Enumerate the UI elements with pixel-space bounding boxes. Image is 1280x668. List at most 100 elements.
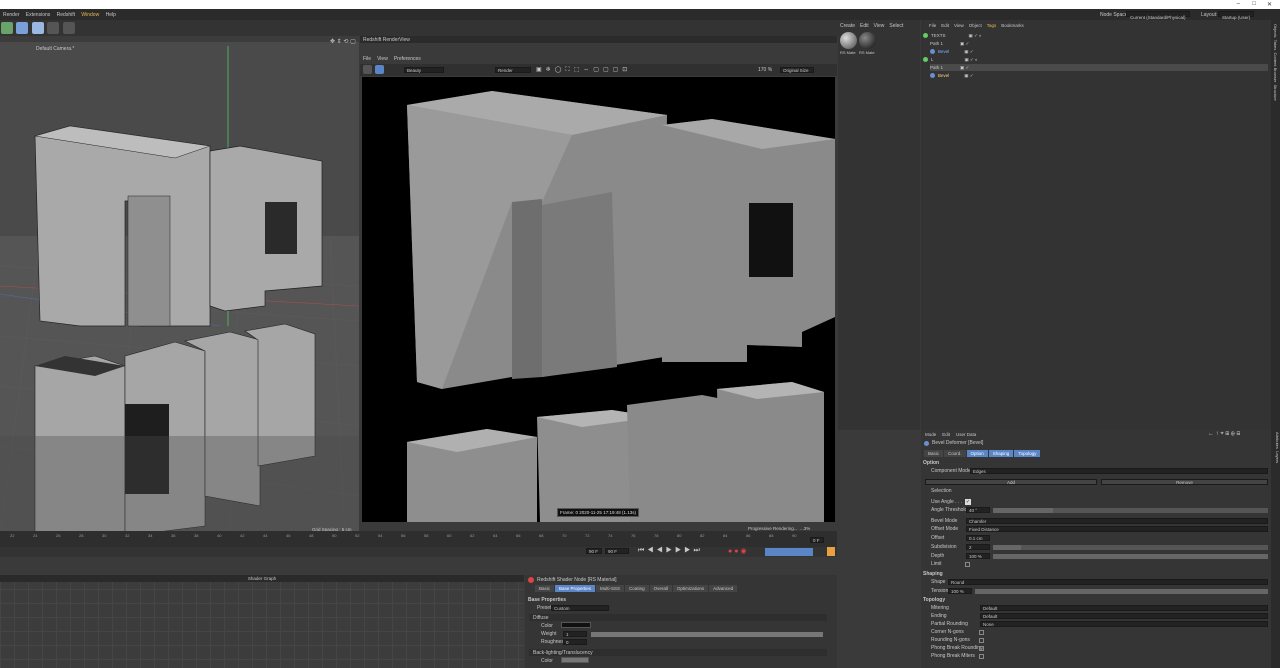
timeline[interactable]: 22 24 26 28 30 32 34 36 38 40 42 44 46 48 50 52 54 56 58 60… bbox=[0, 531, 837, 547]
attr-tab-shaping[interactable]: Shaping bbox=[988, 450, 1014, 457]
om-menu-object[interactable]: Object bbox=[969, 23, 982, 28]
frame-end-field[interactable]: 90 F bbox=[605, 548, 629, 554]
om-row[interactable]: Path 1 ▣ ✓ bbox=[930, 40, 969, 47]
side-tab-takes[interactable]: Takes bbox=[1273, 40, 1278, 50]
attr-bevel-mode-select[interactable]: Chamfer bbox=[966, 518, 1268, 524]
attr-menu-mode[interactable]: Mode bbox=[925, 432, 936, 437]
rv-tool-icons[interactable]: ▣❄◯⛶⬚⇔▢▢▢⊡ bbox=[536, 66, 631, 74]
attr-tab-topology[interactable]: Topology bbox=[1014, 450, 1041, 457]
menu-extensions[interactable]: Extensions bbox=[23, 9, 52, 18]
sn-color-swatch[interactable] bbox=[561, 622, 591, 628]
attr-shape-select[interactable]: Round bbox=[948, 579, 1268, 585]
rv-menu-view[interactable]: View bbox=[377, 56, 388, 62]
side-tab-content[interactable]: Content Browser bbox=[1273, 52, 1278, 82]
attr-tension-slider[interactable] bbox=[975, 589, 1268, 594]
attr-ending-select[interactable]: Default bbox=[980, 613, 1268, 619]
sn-tab-basic[interactable]: Basic bbox=[535, 585, 555, 592]
material-swatch-2[interactable] bbox=[859, 32, 876, 49]
side-tab-attributes[interactable]: Attributes bbox=[1275, 432, 1280, 449]
camera-tool-icon[interactable] bbox=[47, 22, 60, 34]
attr-rounding-ngons-checkbox[interactable] bbox=[979, 638, 984, 643]
rv-render-select[interactable]: Render bbox=[495, 67, 531, 73]
timeline-menu-icon[interactable] bbox=[827, 547, 835, 556]
material-swatch-1[interactable] bbox=[840, 32, 857, 49]
sn-bl-color-swatch[interactable] bbox=[561, 657, 589, 663]
attr-limit-checkbox[interactable] bbox=[965, 562, 970, 567]
om-row[interactable]: Path 1 ▣ ✓ bbox=[930, 64, 1268, 71]
minimize-button[interactable]: – bbox=[1237, 1, 1240, 7]
attr-menu-userdata[interactable]: User Data bbox=[956, 432, 976, 437]
menu-window[interactable]: Window bbox=[78, 9, 101, 18]
side-tab-structure[interactable]: Structure bbox=[1273, 85, 1278, 101]
attr-add-button[interactable]: Add bbox=[925, 479, 1097, 485]
shader-graph-panel[interactable]: Shader Graph bbox=[0, 575, 524, 668]
close-button[interactable]: ✕ bbox=[1267, 1, 1272, 8]
attr-tab-option[interactable]: Option bbox=[966, 450, 988, 457]
keyframe-tool-icons[interactable] bbox=[765, 548, 813, 556]
om-menu-file[interactable]: File bbox=[929, 23, 936, 28]
maximize-button[interactable]: □ bbox=[1252, 1, 1256, 7]
sn-tab-coating[interactable]: Coating bbox=[625, 585, 649, 592]
sn-weight-slider[interactable] bbox=[591, 632, 823, 637]
mm-menu-create[interactable]: Create bbox=[840, 23, 855, 29]
attr-tension-field[interactable]: 100 % bbox=[948, 588, 972, 594]
attr-remove-button[interactable]: Remove bbox=[1101, 479, 1268, 485]
attr-subdivision-slider[interactable] bbox=[993, 545, 1021, 550]
menu-render[interactable]: Render bbox=[0, 9, 21, 18]
side-tab-layers[interactable]: Layers bbox=[1275, 451, 1280, 463]
sn-tab-overall[interactable]: Overall bbox=[649, 585, 672, 592]
editor-viewport[interactable]: Default Camera.* ✥ ⇕ ⟲ ▢ Grid Spacing : … bbox=[0, 36, 359, 536]
sn-tab-advanced[interactable]: Advanced bbox=[709, 585, 738, 592]
attr-phong-miters-checkbox[interactable] bbox=[979, 654, 984, 659]
attr-depth-slider[interactable] bbox=[993, 554, 1268, 559]
sn-roughness-field[interactable]: 0 bbox=[563, 639, 587, 645]
mm-menu-edit[interactable]: Edit bbox=[860, 23, 869, 29]
rv-zoom[interactable]: 170 % bbox=[758, 67, 772, 73]
objects-tool-icon[interactable] bbox=[1, 22, 13, 34]
om-row[interactable]: TEXTS ▣ ✓ ◐ bbox=[923, 32, 982, 39]
attr-corner-ngons-checkbox[interactable] bbox=[979, 630, 984, 635]
record-icons[interactable]: ●●◉ bbox=[728, 547, 749, 555]
attr-offset-mode-select[interactable]: Fixed Distance bbox=[966, 526, 1268, 532]
om-menu-edit[interactable]: Edit bbox=[941, 23, 949, 28]
sn-backlight-group[interactable]: Back-lighting/Translucency bbox=[533, 650, 593, 656]
render-output[interactable]: Frame: 0 2020-11-25 17:19:48 (1.13s) bbox=[362, 77, 835, 522]
light-tool-icon[interactable] bbox=[62, 22, 75, 34]
rv-aov-select[interactable]: Beauty bbox=[404, 67, 444, 73]
sn-tab-optim[interactable]: Optimizations bbox=[672, 585, 709, 592]
attr-angle-slider[interactable] bbox=[993, 508, 1053, 513]
rv-render-icon[interactable] bbox=[375, 65, 384, 74]
om-menu-view[interactable]: View bbox=[954, 23, 964, 28]
attr-subdivision-field[interactable]: 2 bbox=[966, 544, 990, 550]
attr-tab-basic[interactable]: Basic bbox=[924, 450, 944, 457]
sn-preset-select[interactable]: Custom bbox=[551, 605, 609, 611]
om-menu-tags[interactable]: Tags bbox=[987, 23, 997, 28]
sn-tab-base[interactable]: Base Properties bbox=[555, 585, 596, 592]
attr-offset-field[interactable]: 0.1 cm bbox=[966, 535, 990, 541]
attr-use-angle-checkbox[interactable]: ✓ bbox=[965, 499, 971, 505]
attr-partial-select[interactable]: None bbox=[980, 621, 1268, 627]
menu-help[interactable]: Help bbox=[103, 9, 118, 18]
current-frame-field[interactable]: 0 F bbox=[810, 537, 824, 543]
node-space-select[interactable]: Current (Standard/Physical) bbox=[1126, 11, 1190, 20]
selection-tool-icon[interactable] bbox=[16, 22, 29, 34]
rv-save-icon[interactable] bbox=[363, 65, 372, 74]
om-menu-bookmarks[interactable]: Bookmarks bbox=[1001, 23, 1024, 28]
attr-mitering-select[interactable]: Default bbox=[980, 605, 1268, 611]
mm-menu-select[interactable]: Select bbox=[889, 23, 903, 29]
rv-menu-preferences[interactable]: Preferences bbox=[394, 56, 421, 62]
grid-tool-icon[interactable] bbox=[31, 22, 44, 34]
mm-menu-view[interactable]: View bbox=[874, 23, 885, 29]
attr-menu-edit[interactable]: Edit bbox=[942, 432, 950, 437]
attr-nav-icons[interactable]: ← ↑ ⌖ ⊞ ⊕ ⊟ bbox=[1208, 431, 1240, 438]
sn-weight-field[interactable]: 1 bbox=[563, 631, 587, 637]
attr-phong-rounding-checkbox[interactable] bbox=[979, 646, 984, 651]
rv-size-select[interactable]: Original Size bbox=[780, 67, 814, 73]
frame-start-field[interactable]: 90 F bbox=[586, 548, 602, 554]
layout-select[interactable]: Startup (User) bbox=[1218, 11, 1254, 20]
rv-menu-file[interactable]: File bbox=[363, 56, 371, 62]
om-row[interactable]: L ▣ ✓ ◐ bbox=[923, 56, 978, 63]
side-tab-objects[interactable]: Objects bbox=[1273, 24, 1278, 38]
playback-controls[interactable]: ⏮◀◀▶▶▶⏭ bbox=[638, 547, 703, 555]
attr-tab-coord[interactable]: Coord. bbox=[944, 450, 966, 457]
